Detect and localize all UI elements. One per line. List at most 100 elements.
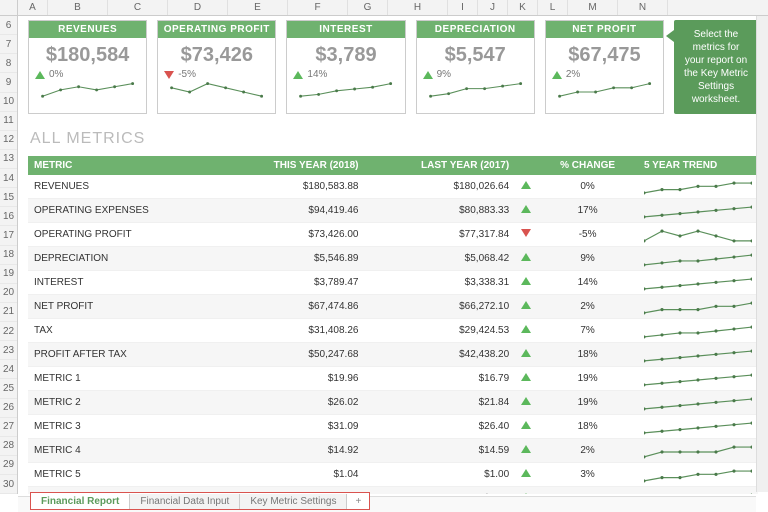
row-header-26[interactable]: 26	[0, 399, 17, 418]
table-row[interactable]: OPERATING EXPENSES$94,419.46$80,883.3317…	[28, 199, 758, 223]
row-header-29[interactable]: 29	[0, 456, 17, 475]
column-header-E[interactable]: E	[228, 0, 288, 15]
row-header-15[interactable]: 15	[0, 188, 17, 207]
cell-this-year: $180,583.88	[219, 175, 365, 199]
row-header-23[interactable]: 23	[0, 341, 17, 360]
row-header-21[interactable]: 21	[0, 303, 17, 322]
table-row[interactable]: METRIC 1$19.96$16.7919%	[28, 367, 758, 391]
arrow-down-icon	[164, 71, 174, 79]
table-row[interactable]: METRIC 4$14.92$14.592%	[28, 439, 758, 463]
row-header-27[interactable]: 27	[0, 418, 17, 437]
metric-card-revenues[interactable]: REVENUES$180,5840%	[28, 20, 147, 114]
horizontal-scrollbar[interactable]: Financial ReportFinancial Data InputKey …	[18, 496, 756, 512]
table-row[interactable]: NET PROFIT$67,474.86$66,272.102%	[28, 295, 758, 319]
cell-pct: 14%	[537, 271, 638, 295]
col-this-year[interactable]: THIS YEAR (2018)	[219, 156, 365, 175]
arrow-up-icon	[35, 71, 45, 79]
add-sheet-button[interactable]: +	[347, 496, 369, 507]
row-header-20[interactable]: 20	[0, 284, 17, 303]
arrow-up-icon	[521, 397, 531, 405]
column-header-F[interactable]: F	[288, 0, 348, 15]
row-header-12[interactable]: 12	[0, 131, 17, 150]
cell-trend	[638, 439, 758, 463]
vertical-scrollbar[interactable]	[756, 16, 768, 492]
row-header-6[interactable]: 6	[0, 16, 17, 35]
cell-pct: 17%	[537, 199, 638, 223]
cell-last-year: $5,068.42	[364, 247, 515, 271]
sheet-tab-financial-report[interactable]: Financial Report	[31, 494, 130, 509]
column-header-L[interactable]: L	[538, 0, 568, 15]
table-row[interactable]: REVENUES$180,583.88$180,026.640%	[28, 175, 758, 199]
cell-this-year: $3,789.47	[219, 271, 365, 295]
column-header-I[interactable]: I	[448, 0, 478, 15]
cell-this-year: $1.04	[219, 463, 365, 487]
column-header-C[interactable]: C	[108, 0, 168, 15]
col-pct-change[interactable]: % CHANGE	[537, 156, 638, 175]
table-row[interactable]: PROFIT AFTER TAX$50,247.68$42,438.2018%	[28, 343, 758, 367]
row-header-14[interactable]: 14	[0, 169, 17, 188]
table-row[interactable]: DEPRECIATION$5,546.89$5,068.429%	[28, 247, 758, 271]
table-row[interactable]: METRIC 5$1.04$1.003%	[28, 463, 758, 487]
sheet-tab-key-metric-settings[interactable]: Key Metric Settings	[240, 494, 347, 509]
row-header-25[interactable]: 25	[0, 379, 17, 398]
column-header-J[interactable]: J	[478, 0, 508, 15]
cell-last-year: $1.00	[364, 463, 515, 487]
row-header-30[interactable]: 30	[0, 475, 17, 494]
cell-last-year: $80,883.33	[364, 199, 515, 223]
cell-arrow	[515, 367, 537, 391]
row-header-9[interactable]: 9	[0, 73, 17, 92]
cell-last-year: $21.84	[364, 391, 515, 415]
row-header-7[interactable]: 7	[0, 35, 17, 54]
row-header-13[interactable]: 13	[0, 150, 17, 169]
col-last-year[interactable]: LAST YEAR (2017)	[364, 156, 515, 175]
table-row[interactable]: METRIC 3$31.09$26.4018%	[28, 415, 758, 439]
card-change: 2%	[546, 69, 663, 80]
cell-pct: 18%	[537, 415, 638, 439]
worksheet-canvas[interactable]: REVENUES$180,5840%OPERATING PROFIT$73,42…	[18, 16, 768, 494]
metric-card-net-profit[interactable]: NET PROFIT$67,4752%	[545, 20, 664, 114]
cell-this-year: $31,408.26	[219, 319, 365, 343]
select-all-corner[interactable]	[0, 0, 18, 15]
row-header-22[interactable]: 22	[0, 322, 17, 341]
column-header-A[interactable]: A	[18, 0, 48, 15]
metric-card-operating-profit[interactable]: OPERATING PROFIT$73,426-5%	[157, 20, 276, 114]
metric-card-depreciation[interactable]: DEPRECIATION$5,5479%	[416, 20, 535, 114]
column-header-M[interactable]: M	[568, 0, 618, 15]
cell-last-year: $3,338.31	[364, 271, 515, 295]
col-trend[interactable]: 5 YEAR TREND	[638, 156, 758, 175]
cell-last-year: $0.31	[364, 487, 515, 495]
cell-metric: METRIC 1	[28, 367, 219, 391]
cell-this-year: $14.92	[219, 439, 365, 463]
cell-pct: 9%	[537, 247, 638, 271]
cell-arrow	[515, 271, 537, 295]
column-header-D[interactable]: D	[168, 0, 228, 15]
table-row[interactable]: INTEREST$3,789.47$3,338.3114%	[28, 271, 758, 295]
col-metric[interactable]: METRIC	[28, 156, 219, 175]
cell-trend	[638, 247, 758, 271]
row-header-18[interactable]: 18	[0, 246, 17, 265]
column-header-N[interactable]: N	[618, 0, 668, 15]
row-header-17[interactable]: 17	[0, 226, 17, 245]
row-header-28[interactable]: 28	[0, 437, 17, 456]
row-header-10[interactable]: 10	[0, 93, 17, 112]
cell-arrow	[515, 463, 537, 487]
column-header-H[interactable]: H	[388, 0, 448, 15]
column-header-B[interactable]: B	[48, 0, 108, 15]
table-row[interactable]: TAX$31,408.26$29,424.537%	[28, 319, 758, 343]
sheet-tab-financial-data-input[interactable]: Financial Data Input	[130, 494, 240, 509]
row-header-24[interactable]: 24	[0, 360, 17, 379]
column-header-G[interactable]: G	[348, 0, 388, 15]
table-row[interactable]: METRIC 2$26.02$21.8419%	[28, 391, 758, 415]
table-row[interactable]: OPERATING PROFIT$73,426.00$77,317.84-5%	[28, 223, 758, 247]
row-header-11[interactable]: 11	[0, 112, 17, 131]
arrow-up-icon	[521, 421, 531, 429]
row-header-8[interactable]: 8	[0, 54, 17, 73]
row-header-19[interactable]: 19	[0, 265, 17, 284]
column-header-K[interactable]: K	[508, 0, 538, 15]
card-value: $5,547	[417, 38, 534, 69]
card-title: DEPRECIATION	[417, 21, 534, 38]
metric-card-interest[interactable]: INTEREST$3,78914%	[286, 20, 405, 114]
row-header-16[interactable]: 16	[0, 207, 17, 226]
cell-pct: 18%	[537, 343, 638, 367]
arrow-up-icon	[521, 253, 531, 261]
